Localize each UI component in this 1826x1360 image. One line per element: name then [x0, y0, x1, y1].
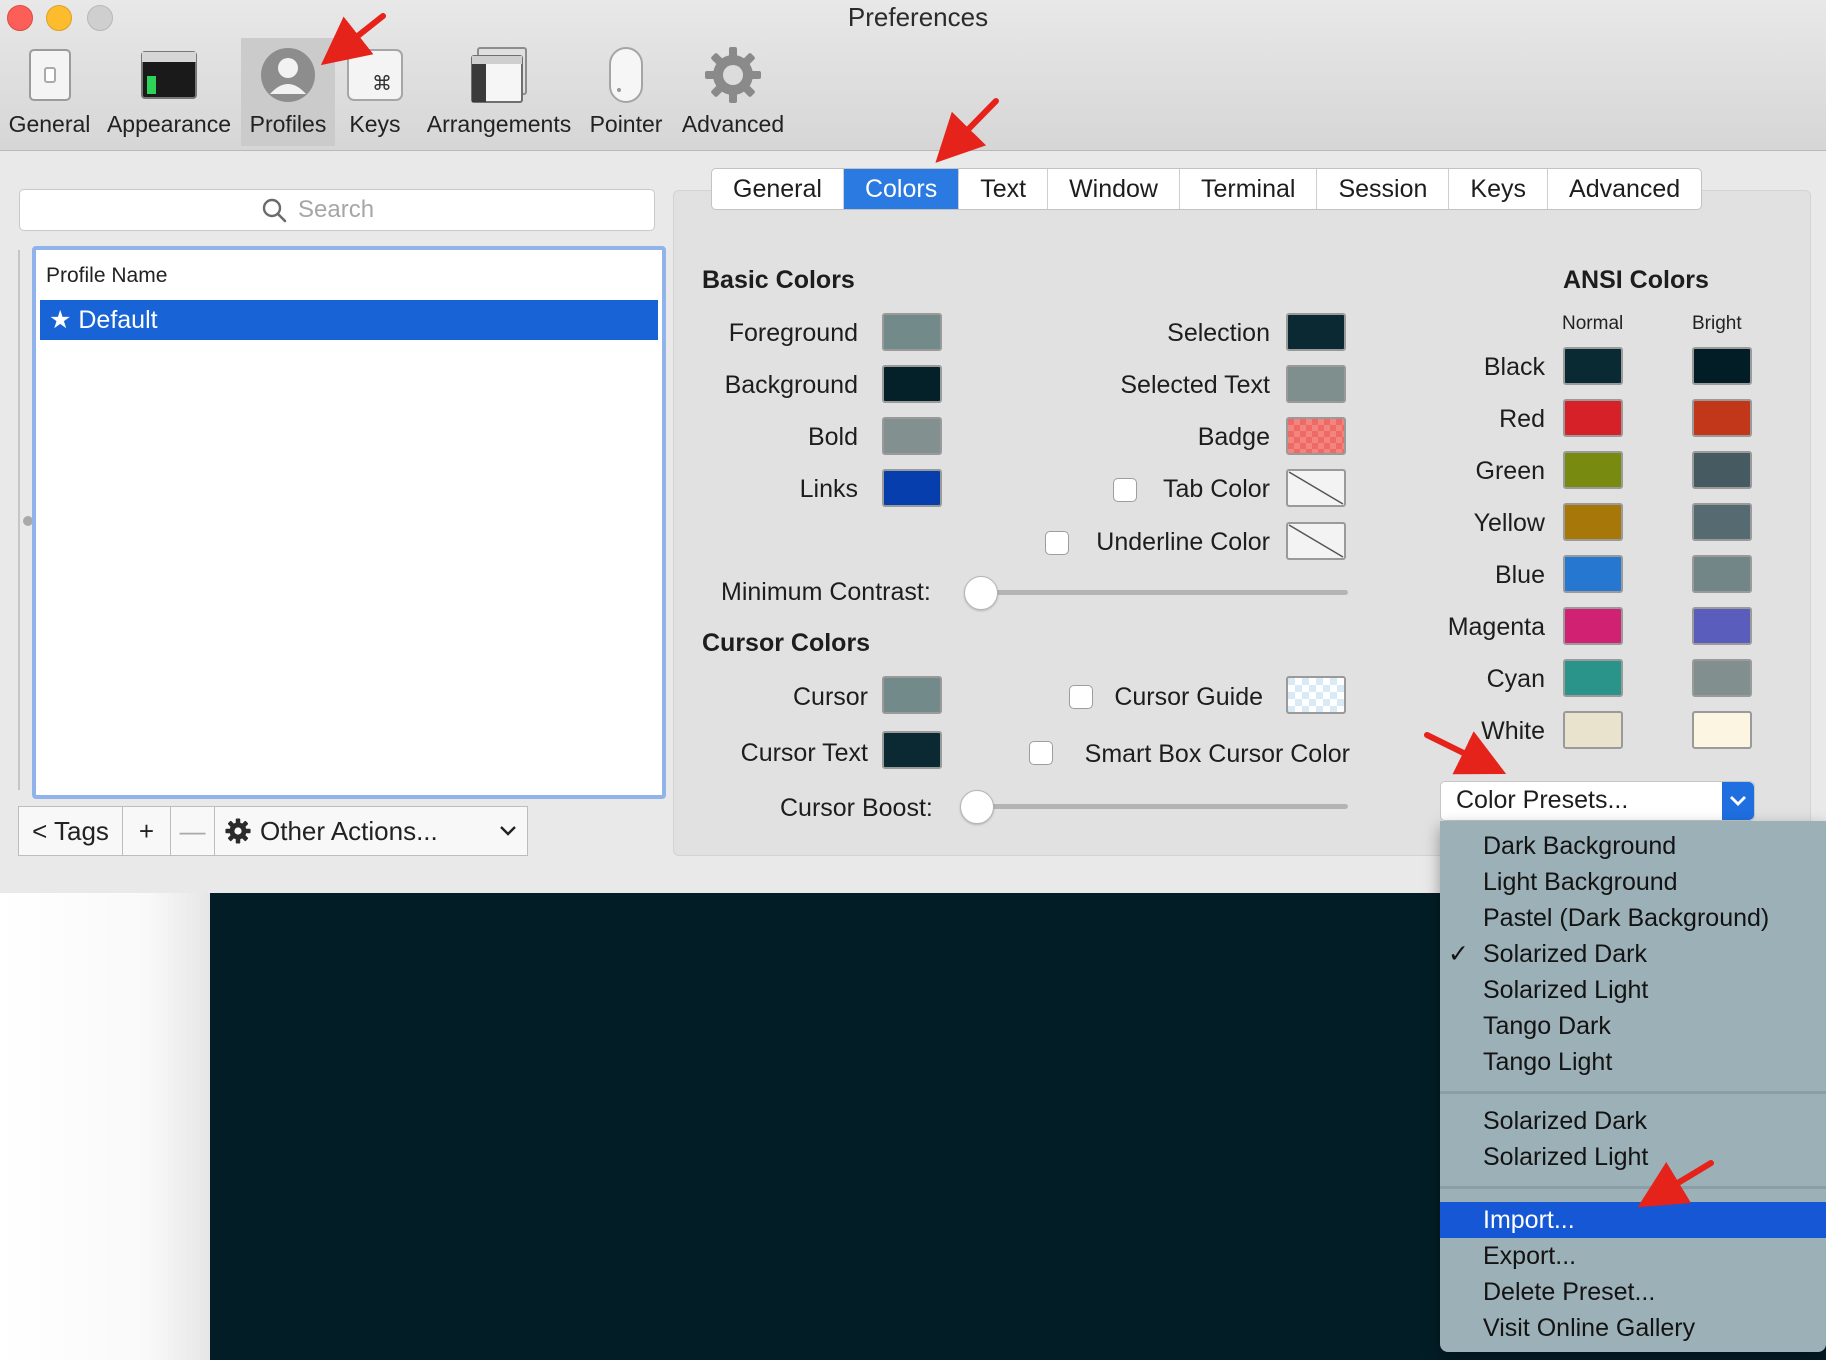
arrow-to-colors-tab: [935, 98, 999, 163]
annotation-arrows: [320, 13, 1714, 1208]
arrow-to-presets: [1424, 731, 1507, 775]
arrow-to-import: [1637, 1160, 1714, 1208]
arrow-to-profiles: [320, 13, 386, 66]
